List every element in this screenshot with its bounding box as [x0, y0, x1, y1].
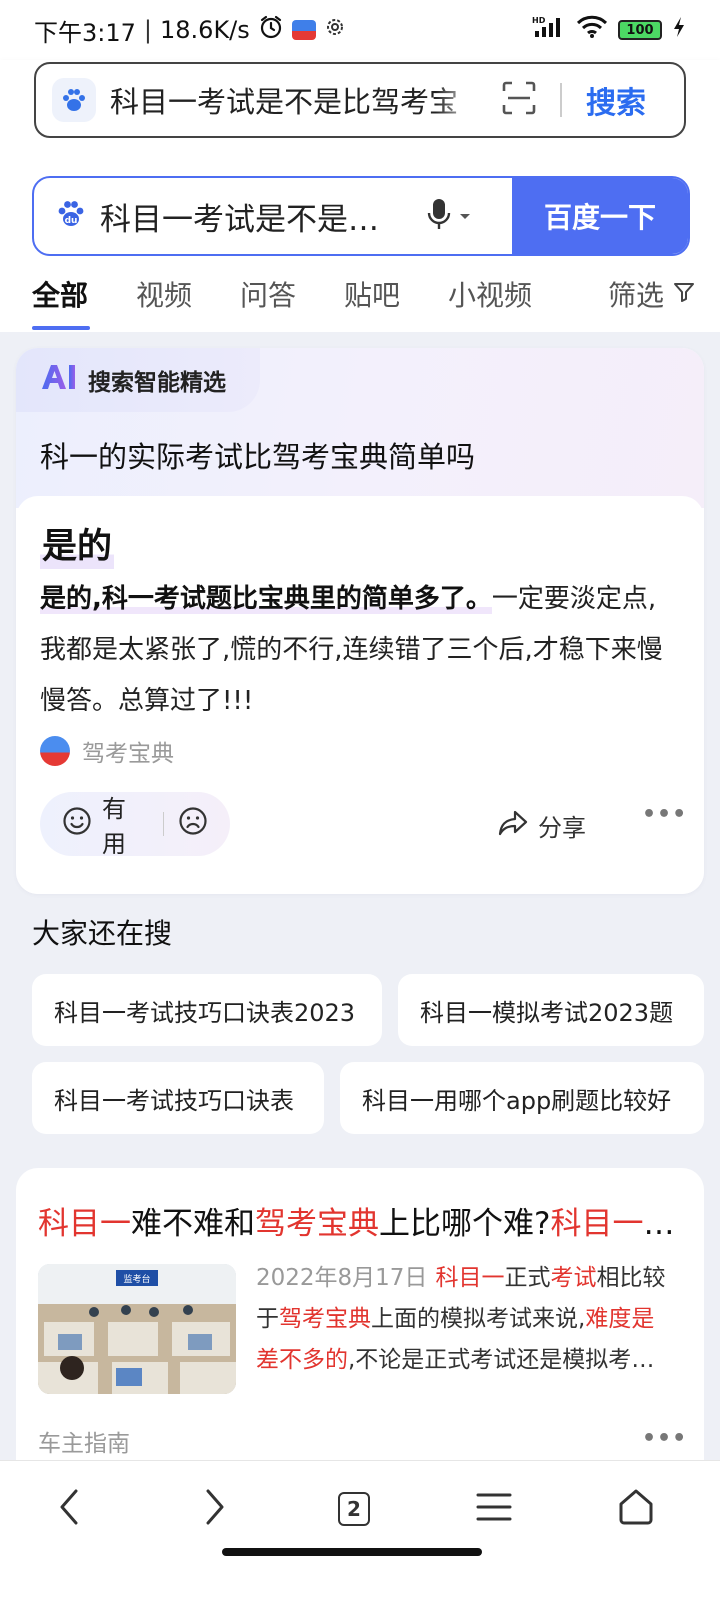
menu-icon — [476, 1492, 512, 1526]
address-bar[interactable]: 科目一考试是不是比驾考宝 搜索 — [34, 62, 686, 138]
tabs-button[interactable]: 2 — [322, 1477, 386, 1541]
result-source: 车主指南 — [38, 1431, 130, 1457]
back-button[interactable] — [38, 1477, 102, 1541]
tab-count-icon: 2 — [338, 1492, 370, 1526]
ai-answer-headline: 是的 — [40, 518, 115, 569]
home-indicator — [222, 1548, 482, 1556]
ai-question: 科一的实际考试比驾考宝典简单吗 — [40, 440, 476, 474]
browser-bottom-nav: 2 — [0, 1460, 720, 1600]
result-snippet: 2022年8月17日 科目一正式考试相比较于驾考宝典上面的模拟考试来说,难度是差不… — [256, 1265, 666, 1373]
related-search-chip[interactable]: 科目一用哪个app刷题比较好 — [340, 1062, 704, 1134]
status-bar: 下午3:17 | 18.6K/s HD 100 — [0, 0, 720, 60]
search-input[interactable]: 科目一考试是不是比驾考宝典简单 — [100, 194, 406, 239]
status-time: 下午3:17 — [34, 18, 136, 47]
svg-text:监考台: 监考台 — [123, 1273, 150, 1285]
charging-icon — [672, 16, 686, 44]
more-icon[interactable]: ••• — [642, 1426, 687, 1451]
share-button[interactable]: 分享 — [498, 808, 586, 843]
tab-all[interactable]: 全部 — [32, 274, 88, 314]
baidu-paw-icon — [52, 78, 96, 122]
useful-button[interactable]: 有用 — [102, 789, 149, 859]
url-text[interactable]: 科目一考试是不是比驾考宝 — [110, 79, 480, 121]
related-search-title: 大家还在搜 — [32, 917, 173, 950]
search-header: du 科目一考试是不是比驾考宝典简单 百度一下 全部 视频 问答 贴吧 小视频 … — [0, 156, 720, 332]
scan-icon[interactable] — [502, 81, 536, 119]
share-label: 分享 — [538, 814, 586, 842]
tab-short-video[interactable]: 小视频 — [448, 274, 532, 314]
filter-label: 筛选 — [608, 279, 665, 312]
signal-icon: HD — [532, 15, 566, 45]
wifi-icon — [576, 15, 608, 45]
settings-icon — [324, 16, 346, 44]
ai-tag-label: 搜索智能精选 — [88, 370, 226, 396]
ai-source-name: 驾考宝典 — [82, 741, 174, 767]
ai-answer-text: 是的,科一考试题比宝典里的简单多了。一定要淡定点,我都是太紧张了,慌的不行,连续… — [40, 584, 663, 716]
ai-tag: 搜索智能精选 — [16, 348, 260, 412]
jiakao-app-icon — [40, 736, 70, 766]
home-button[interactable] — [604, 1477, 668, 1541]
search-box: du 科目一考试是不是比驾考宝典简单 百度一下 — [32, 176, 690, 256]
frown-icon[interactable] — [178, 806, 208, 842]
alarm-icon — [258, 14, 284, 46]
result-thumbnail[interactable]: 监考台 — [38, 1264, 236, 1394]
result-tabs: 全部 视频 问答 贴吧 小视频 筛选 — [0, 268, 720, 332]
chevron-down-icon[interactable] — [458, 207, 472, 226]
microphone-icon[interactable] — [426, 197, 452, 235]
feedback-bar: 有用 — [40, 789, 230, 859]
svg-text:du: du — [65, 216, 78, 226]
app-icon — [291, 20, 316, 40]
smile-icon[interactable] — [62, 806, 92, 842]
search-result-card[interactable]: 科目一难不难和驾考宝典上比哪个难?科目一难不难 监考台 2022年8月17日科目… — [16, 1168, 704, 1488]
active-tab-indicator — [32, 326, 90, 330]
result-title[interactable]: 科目一难不难和驾考宝典上比哪个难?科目一难不难 — [38, 1198, 684, 1243]
search-button[interactable]: 搜索 — [586, 78, 646, 122]
forward-button[interactable] — [182, 1477, 246, 1541]
net-speed: 18.6K/s — [160, 16, 250, 44]
ai-answer-card: 搜索智能精选 科一的实际考试比驾考宝典简单吗 是的 是的,科一考试题比宝典里的简… — [16, 348, 704, 894]
baidu-logo-icon: du — [56, 199, 86, 233]
ai-logo-icon — [40, 363, 78, 397]
tab-tieba[interactable]: 贴吧 — [344, 274, 400, 314]
browser-toolbar: 科目一考试是不是比驾考宝 搜索 — [0, 60, 720, 156]
chevron-right-icon — [200, 1487, 228, 1531]
home-icon — [617, 1488, 655, 1530]
share-icon — [498, 809, 528, 843]
menu-button[interactable] — [462, 1477, 526, 1541]
related-search-chip[interactable]: 科目一考试技巧口诀表2023 — [32, 974, 382, 1046]
tab-video[interactable]: 视频 — [136, 274, 192, 314]
ai-source[interactable]: 驾考宝典 — [40, 734, 174, 768]
related-search-chip[interactable]: 科目一模拟考试2023题 — [398, 974, 704, 1046]
filter-icon — [672, 278, 696, 311]
baidu-search-button[interactable]: 百度一下 — [512, 178, 688, 254]
tab-qa[interactable]: 问答 — [240, 274, 296, 314]
more-icon[interactable]: ••• — [642, 802, 687, 827]
voice-search[interactable] — [426, 197, 472, 235]
filter-button[interactable]: 筛选 — [608, 274, 696, 314]
chevron-left-icon — [56, 1487, 84, 1531]
related-search-chip[interactable]: 科目一考试技巧口诀表 — [32, 1062, 324, 1134]
battery-icon: 100 — [618, 20, 662, 40]
svg-text:HD: HD — [532, 16, 546, 25]
